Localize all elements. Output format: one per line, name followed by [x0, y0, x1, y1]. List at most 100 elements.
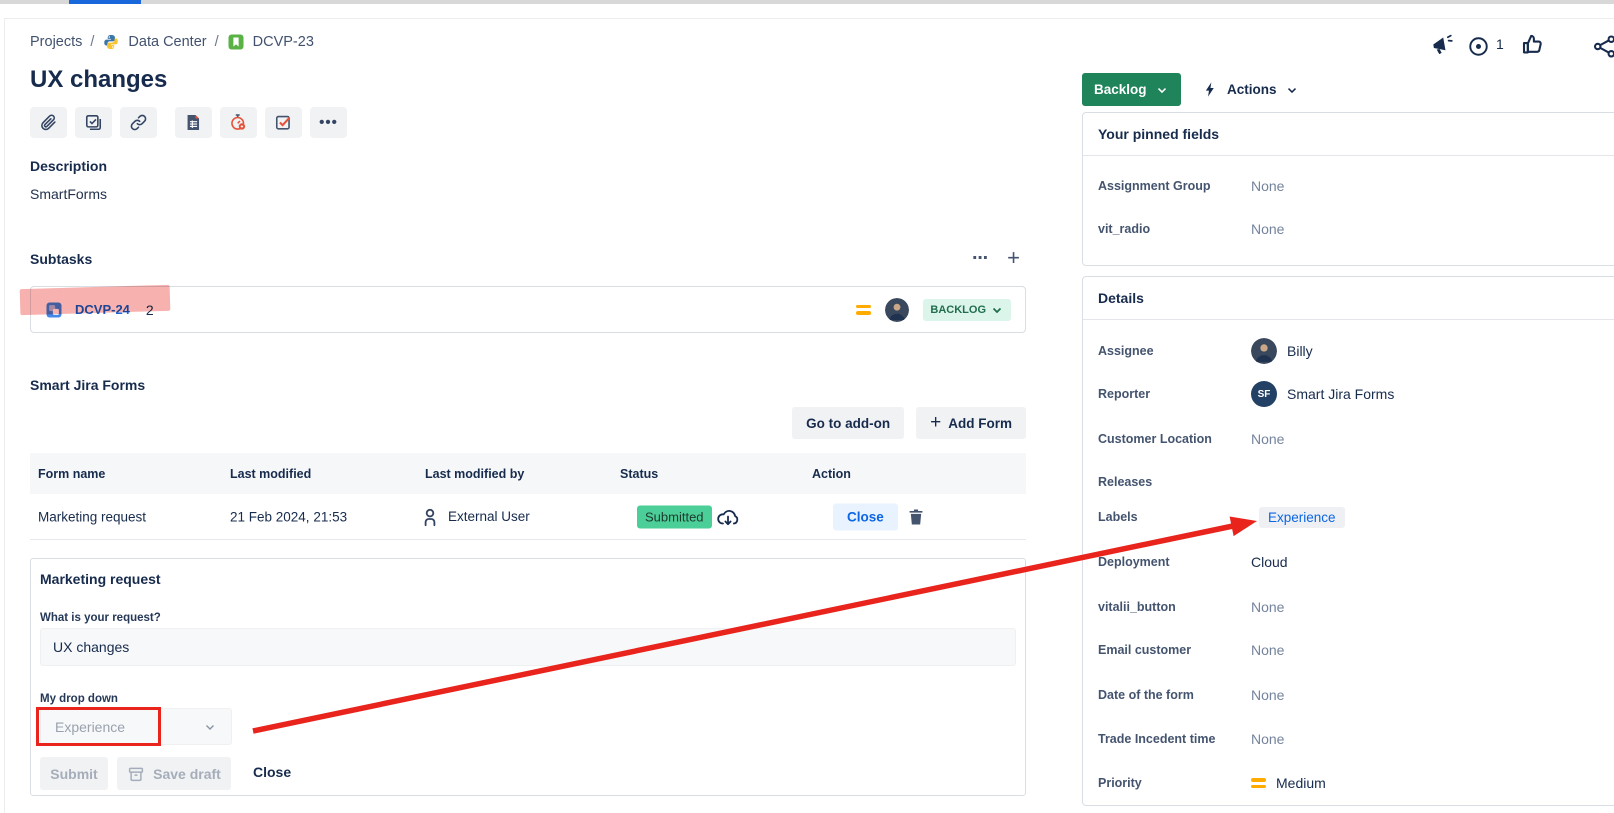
assignee-avatar	[1251, 338, 1277, 364]
chevron-down-icon	[1285, 83, 1299, 97]
breadcrumb-issue-key[interactable]: DCVP-23	[253, 34, 314, 50]
tab-indicator	[69, 0, 141, 4]
field-row-deployment: Deployment Cloud	[1098, 549, 1614, 575]
close-form-view-button[interactable]: Close	[253, 764, 291, 780]
breadcrumb-separator: /	[215, 34, 219, 50]
smart-forms-heading: Smart Jira Forms	[30, 377, 145, 393]
field-label: Reporter	[1098, 387, 1251, 401]
field-label: Priority	[1098, 776, 1251, 790]
submit-button[interactable]: Submit	[40, 757, 108, 790]
subtask-status-label: BACKLOG	[930, 304, 986, 316]
field-value[interactable]: None	[1251, 731, 1284, 747]
breadcrumb: Projects / Data Center / DCVP-23	[30, 33, 314, 51]
add-form-button[interactable]: + Add Form	[916, 407, 1026, 439]
label-chip[interactable]: Experience	[1259, 507, 1345, 528]
dropdown-value: Experience	[55, 719, 125, 735]
field-value[interactable]: None	[1251, 221, 1284, 237]
subtasks-add-icon[interactable]: +	[1007, 248, 1020, 268]
goto-addon-button[interactable]: Go to add-on	[792, 407, 904, 439]
field-row-priority: Priority Medium	[1098, 770, 1614, 796]
field-label: Releases	[1098, 475, 1251, 489]
field-value[interactable]: None	[1251, 431, 1284, 447]
description-body[interactable]: SmartForms	[30, 186, 107, 202]
field-row-vitalii-button: vitalii_button None	[1098, 594, 1614, 620]
forms-table: Form name Last modified Last modified by…	[30, 453, 1026, 540]
form-name-cell: Marketing request	[38, 509, 146, 524]
subtask-summary[interactable]: 2	[146, 302, 154, 318]
labels-value[interactable]: Experience	[1259, 507, 1345, 528]
field-row-reporter: Reporter SF Smart Jira Forms	[1098, 381, 1614, 407]
field-value[interactable]: None	[1251, 178, 1284, 194]
lightning-icon	[1202, 81, 1219, 98]
col-action: Action	[812, 467, 851, 481]
assignee-value[interactable]: Billy	[1251, 338, 1313, 364]
eye-icon	[1467, 35, 1490, 58]
field-label: vitalii_button	[1098, 600, 1251, 614]
watch-button[interactable]	[1467, 35, 1490, 58]
top-border	[0, 0, 1614, 4]
sla-timer-app-button[interactable]	[220, 107, 257, 138]
close-form-button[interactable]: Close	[833, 503, 898, 530]
dropdown-label: My drop down	[40, 693, 118, 705]
table-row: Marketing request 21 Feb 2024, 21:53 Ext…	[30, 494, 1026, 540]
my-dropdown-select[interactable]: Experience	[40, 708, 232, 745]
plus-icon: +	[930, 412, 941, 434]
actions-label: Actions	[1227, 82, 1277, 97]
reporter-avatar: SF	[1251, 381, 1277, 407]
checkbox-check-icon	[274, 113, 293, 132]
subtasks-actions: ⋯ +	[30, 248, 1026, 268]
pinned-fields-card: Your pinned fields Assignment Group None…	[1082, 112, 1614, 266]
request-input[interactable]	[40, 628, 1016, 666]
assignee-avatar[interactable]	[885, 298, 909, 322]
field-value[interactable]: Cloud	[1251, 554, 1288, 570]
feedback-button[interactable]	[1430, 33, 1454, 57]
field-value[interactable]: None	[1251, 687, 1284, 703]
add-form-label: Add Form	[948, 416, 1012, 431]
status-label: Backlog	[1094, 82, 1147, 97]
reporter-value[interactable]: SF Smart Jira Forms	[1251, 381, 1394, 407]
breadcrumb-projects[interactable]: Projects	[30, 34, 82, 50]
field-label: Date of the form	[1098, 688, 1251, 702]
more-actions-button[interactable]: •••	[310, 107, 347, 138]
share-button[interactable]	[1592, 34, 1614, 59]
actions-dropdown-button[interactable]: Actions	[1202, 73, 1299, 106]
subtasks-more-icon[interactable]: ⋯	[972, 248, 989, 268]
attach-button[interactable]	[30, 107, 67, 138]
left-divider	[4, 18, 5, 813]
stopwatch-icon	[229, 113, 248, 132]
breadcrumb-separator: /	[90, 34, 94, 50]
add-subtask-button[interactable]	[75, 107, 112, 138]
field-row-labels: Labels Experience	[1098, 504, 1614, 530]
issue-toolbar: •••	[30, 107, 347, 138]
subtask-type-icon	[45, 301, 63, 319]
col-status: Status	[620, 467, 658, 481]
breadcrumb-project[interactable]: Data Center	[128, 34, 206, 50]
save-draft-button[interactable]: Save draft	[117, 757, 231, 790]
priority-value[interactable]: Medium	[1251, 775, 1326, 791]
subtask-row[interactable]: DCVP-24 2 BACKLOG	[30, 286, 1026, 333]
status-dropdown-button[interactable]: Backlog	[1082, 73, 1181, 106]
field-row-trade-incedent: Trade Incedent time None	[1098, 726, 1614, 752]
field-value[interactable]: None	[1251, 642, 1284, 658]
more-icon: •••	[319, 114, 338, 131]
field-value[interactable]: None	[1251, 599, 1284, 615]
trash-icon[interactable]	[906, 507, 926, 527]
smart-forms-app-button[interactable]	[175, 107, 212, 138]
page-title[interactable]: UX changes	[30, 66, 167, 94]
vote-button[interactable]	[1519, 32, 1544, 57]
approval-app-button[interactable]	[265, 107, 302, 138]
subtask-status-dropdown[interactable]: BACKLOG	[923, 299, 1011, 321]
subtask-icon	[84, 113, 103, 132]
question-label: What is your request?	[40, 612, 161, 624]
chevron-down-icon	[1155, 83, 1169, 97]
form-card-title: Marketing request	[40, 571, 161, 587]
chevron-down-icon	[203, 720, 217, 734]
col-last-modified-by: Last modified by	[425, 467, 524, 481]
field-label: vit_radio	[1098, 222, 1251, 236]
link-issue-button[interactable]	[120, 107, 157, 138]
field-row-customer-location: Customer Location None	[1098, 426, 1614, 452]
subtask-key-link[interactable]: DCVP-24	[75, 302, 130, 317]
thumbs-up-icon	[1519, 32, 1544, 57]
goto-addon-label: Go to add-on	[806, 416, 890, 431]
download-cloud-icon[interactable]	[716, 505, 740, 529]
